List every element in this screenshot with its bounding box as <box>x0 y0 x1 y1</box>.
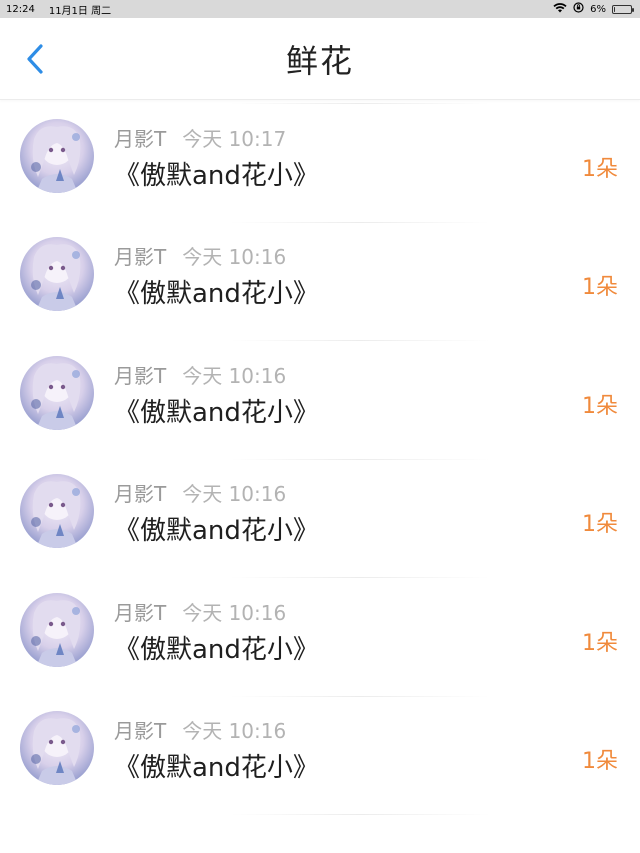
gift-time: 今天 10:17 <box>182 126 287 151</box>
avatar[interactable] <box>20 118 94 193</box>
avatar[interactable] <box>20 711 94 785</box>
gift-list-card: 月影T《傲默and花小》1朵月影T今天 10:17《傲默and花小》1朵月影T今… <box>0 86 640 853</box>
status-left: 12:24 11月1日 周二 <box>6 2 111 17</box>
orientation-lock-icon <box>573 2 584 16</box>
back-button[interactable] <box>20 44 50 78</box>
gift-time: 今天 10:16 <box>182 719 287 743</box>
sender-name[interactable]: 月影T <box>114 123 166 152</box>
nav-bar: 鲜花 <box>0 18 640 100</box>
work-title[interactable]: 《傲默and花小》 <box>114 392 319 429</box>
gift-time: 今天 10:16 <box>182 600 287 625</box>
gift-row[interactable]: 月影T 今天 10:16 《傲默and花小》 1朵 <box>0 342 640 460</box>
chevron-left-icon <box>25 44 45 78</box>
status-right: 6% <box>553 2 634 16</box>
sender-name[interactable]: 月影T <box>114 597 166 626</box>
gift-meta: 月影T 今天 10:17 <box>114 123 286 152</box>
gift-row[interactable]: 月影T 今天 10:16 《傲默and花小》 1朵 <box>0 223 640 341</box>
status-time: 12:24 <box>6 3 35 15</box>
gift-row[interactable]: 月影T 今天 10:16 《傲默and花小》 1朵 <box>0 460 640 578</box>
gift-meta: 月影T 今天 10:16 <box>114 715 286 744</box>
gift-time: 今天 10:16 <box>182 245 287 269</box>
work-title[interactable]: 《傲默and花小》 <box>114 273 319 310</box>
flower-amount: 1朵 <box>582 393 618 419</box>
work-title[interactable]: 《傲默and花小》 <box>114 747 319 784</box>
flower-amount: 1朵 <box>582 630 618 656</box>
gift-time: 今天 10:16 <box>182 363 287 388</box>
work-title[interactable]: 《傲默and花小》 <box>114 629 319 666</box>
avatar[interactable] <box>20 355 94 430</box>
avatar[interactable] <box>20 474 94 548</box>
flower-amount: 1朵 <box>582 512 618 537</box>
avatar[interactable] <box>20 592 94 667</box>
battery-percent: 6% <box>590 3 606 15</box>
avatar[interactable] <box>20 237 94 311</box>
flower-amount: 1朵 <box>582 156 618 182</box>
gift-row[interactable]: 月影T 今天 10:17 《傲默and花小》 1朵 <box>0 105 640 223</box>
work-title[interactable]: 《傲默and花小》 <box>114 155 319 192</box>
sender-name[interactable]: 月影T <box>114 241 166 270</box>
row-divider <box>230 814 490 815</box>
battery-fill <box>614 6 615 12</box>
flower-amount: 1朵 <box>582 275 618 300</box>
wifi-icon <box>553 2 567 16</box>
work-title[interactable]: 《傲默and花小》 <box>114 510 319 547</box>
battery-icon <box>612 4 634 14</box>
status-bar: 12:24 11月1日 周二 6% <box>0 0 640 18</box>
gift-meta: 月影T 今天 10:16 <box>114 241 286 270</box>
gift-meta: 月影T 今天 10:16 <box>114 360 286 389</box>
sender-name[interactable]: 月影T <box>114 478 166 507</box>
sender-name[interactable]: 月影T <box>114 360 166 389</box>
gift-meta: 月影T 今天 10:16 <box>114 478 286 507</box>
status-date: 11月1日 周二 <box>48 5 112 17</box>
gift-time: 今天 10:16 <box>182 482 287 506</box>
flower-amount: 1朵 <box>582 749 618 774</box>
page-title: 鲜花 <box>285 41 354 80</box>
gift-row[interactable]: 月影T 今天 10:16 《傲默and花小》 1朵 <box>0 697 640 815</box>
sender-name[interactable]: 月影T <box>114 715 166 744</box>
gift-meta: 月影T 今天 10:16 <box>114 597 286 626</box>
gift-row[interactable]: 月影T 今天 10:16 《傲默and花小》 1朵 <box>0 579 640 697</box>
